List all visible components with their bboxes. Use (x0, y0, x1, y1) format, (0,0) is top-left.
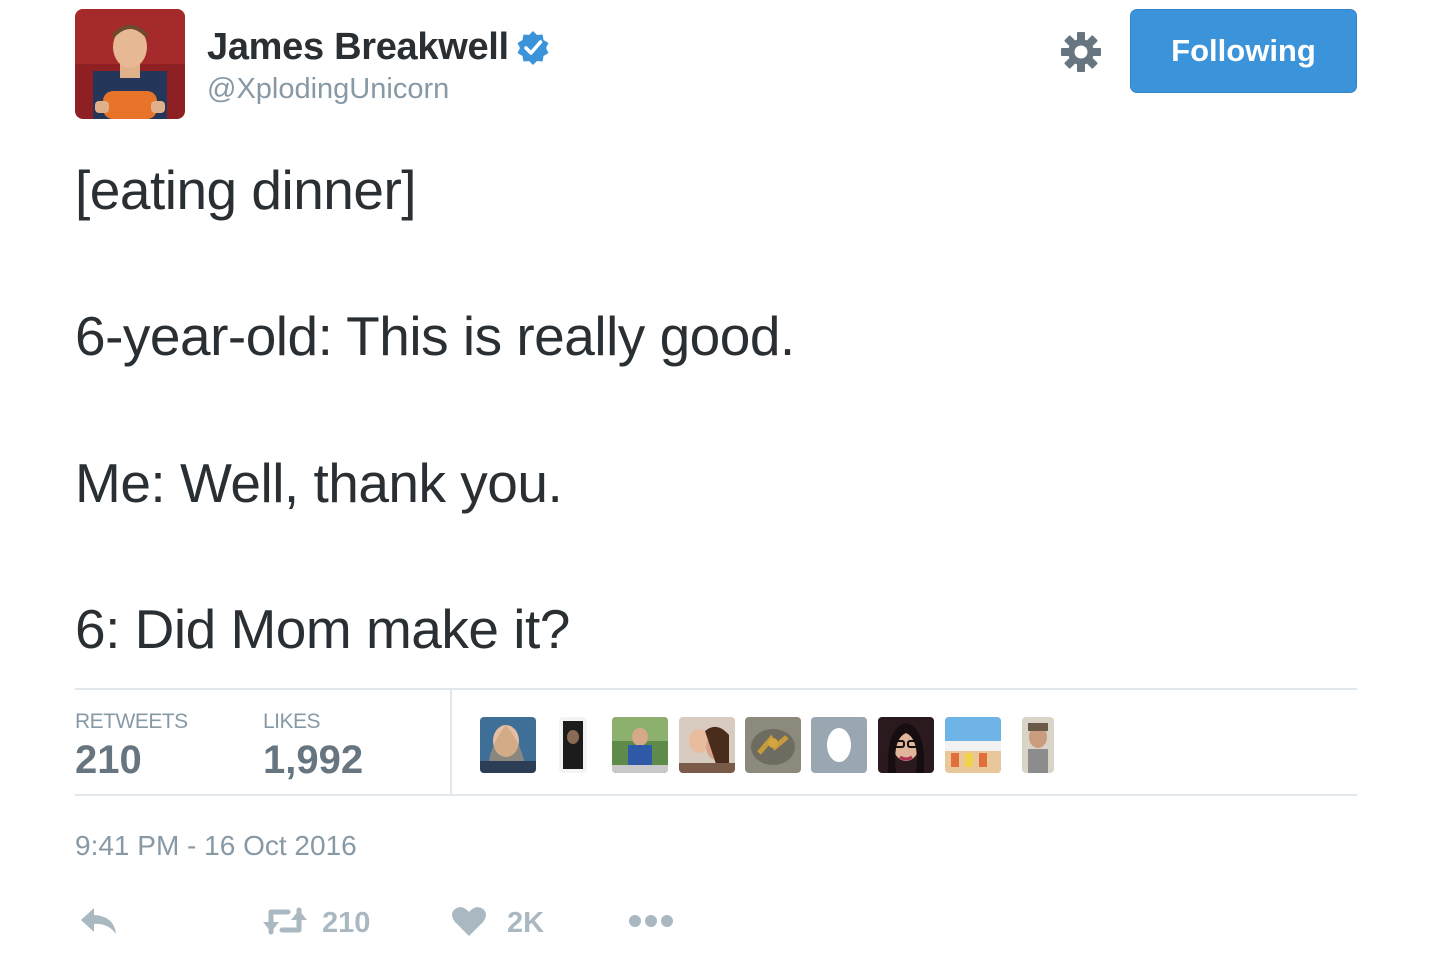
retweets-label: RETWEETS (75, 710, 188, 733)
liker-avatar[interactable] (811, 717, 867, 773)
avatar[interactable] (75, 9, 185, 119)
heart-icon (451, 905, 487, 942)
liker-avatar[interactable] (945, 717, 1001, 773)
like-count: 2K (507, 906, 545, 939)
gear-icon[interactable] (1058, 29, 1104, 75)
reply-button[interactable] (78, 900, 118, 946)
verified-badge-icon (515, 29, 551, 65)
author-name-row: James Breakwell (207, 24, 551, 70)
retweets-count[interactable]: 210 (75, 738, 142, 783)
liker-avatar[interactable] (612, 717, 668, 773)
retweet-button[interactable]: 210 (262, 900, 370, 946)
likes-label: LIKES (263, 710, 321, 733)
reply-icon (78, 905, 118, 942)
tweet-timestamp[interactable]: 9:41 PM - 16 Oct 2016 (75, 830, 357, 862)
liker-avatar[interactable] (878, 717, 934, 773)
tweet-text-line: [eating dinner] (75, 159, 417, 221)
liker-avatar[interactable] (679, 717, 735, 773)
display-name[interactable]: James Breakwell (207, 26, 509, 69)
retweet-count: 210 (322, 906, 371, 939)
like-button[interactable]: 2K (451, 900, 544, 946)
liker-avatar[interactable] (480, 717, 536, 773)
likes-count[interactable]: 1,992 (263, 738, 363, 783)
liker-avatar[interactable] (1022, 717, 1054, 773)
following-button[interactable]: Following (1130, 9, 1357, 93)
handle[interactable]: @XplodingUnicorn (207, 73, 449, 106)
more-dots-icon (628, 914, 674, 933)
tweet-text-line: Me: Well, thank you. (75, 452, 563, 514)
tweet-stats: RETWEETS 210 LIKES 1,992 (75, 688, 1357, 796)
liker-avatar[interactable] (559, 717, 587, 773)
retweet-icon (262, 904, 308, 943)
tweet-text-line: 6-year-old: This is really good. (75, 305, 795, 367)
tweet-text-line: 6: Did Mom make it? (75, 598, 570, 660)
liker-avatar[interactable] (745, 717, 801, 773)
stats-divider (450, 690, 452, 796)
more-button[interactable] (628, 900, 674, 946)
